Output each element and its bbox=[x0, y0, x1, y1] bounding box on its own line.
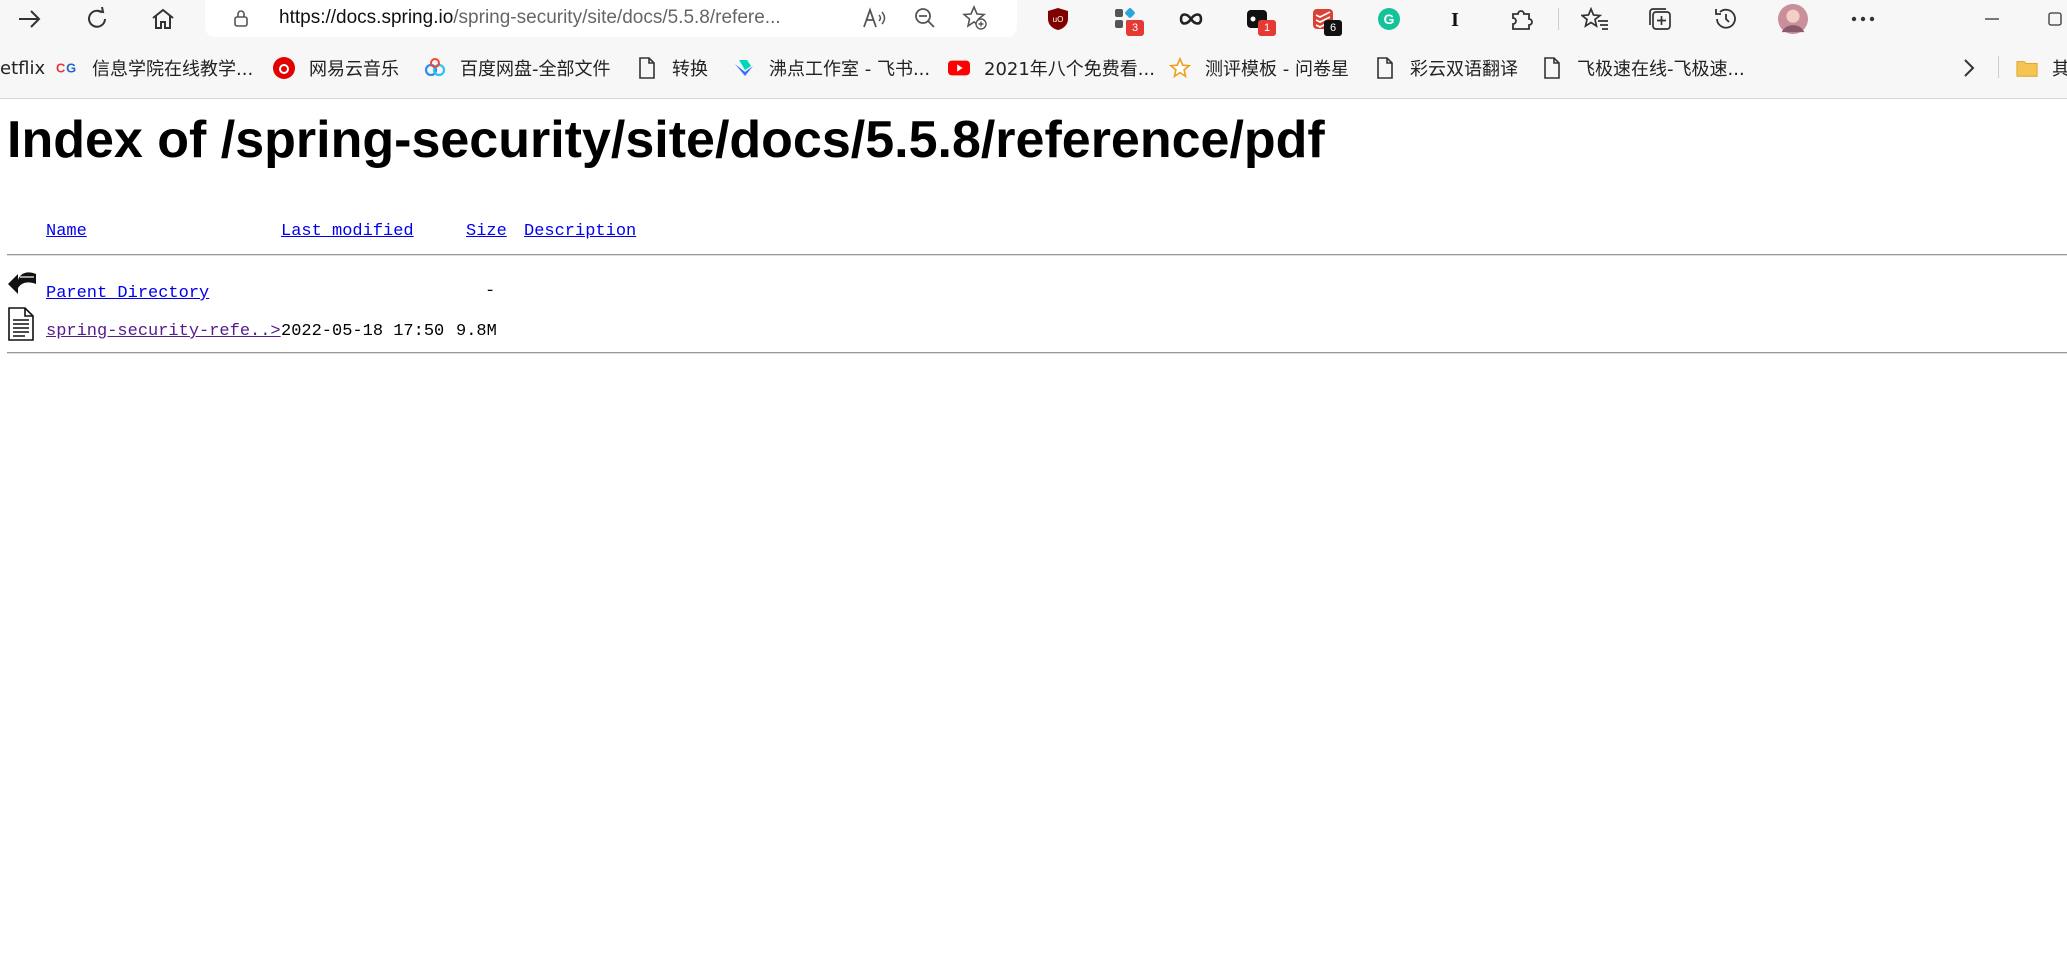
youtube-icon bbox=[948, 57, 970, 79]
read-aloud-icon[interactable] bbox=[860, 3, 890, 33]
star-icon bbox=[1169, 56, 1191, 79]
url-host: https://docs.spring.io bbox=[279, 7, 454, 28]
page-icon bbox=[1541, 57, 1563, 79]
maximize-icon[interactable] bbox=[2040, 4, 2067, 34]
instapaper-icon[interactable]: I bbox=[1440, 4, 1470, 34]
row-last-modified: 2022-05-18 17:50 bbox=[281, 322, 445, 341]
bookmarks-bar: etflix CG 信息学院在线教学... 网易云音乐 百度网盘-全部文件 转换… bbox=[0, 38, 2067, 99]
lock-icon[interactable] bbox=[231, 8, 251, 28]
address-bar[interactable]: https://docs.spring.io/spring-security/s… bbox=[205, 0, 1017, 37]
bookmark-label: 网易云音乐 bbox=[309, 59, 399, 80]
svg-text:G: G bbox=[1384, 11, 1395, 27]
extension-badge: 6 bbox=[1324, 20, 1342, 36]
bookmark-label: 百度网盘-全部文件 bbox=[460, 59, 611, 80]
folder-icon bbox=[2016, 57, 2038, 79]
url-text[interactable]: https://docs.spring.io/spring-security/s… bbox=[279, 7, 849, 31]
zoom-out-icon[interactable] bbox=[910, 3, 940, 33]
back-arrow-icon bbox=[6, 268, 38, 304]
bookmark-label: 信息学院在线教学... bbox=[92, 59, 254, 80]
svg-text:uO: uO bbox=[1053, 15, 1064, 24]
column-header-last-modified[interactable]: Last modified bbox=[281, 222, 414, 244]
document-icon bbox=[7, 306, 35, 348]
mask-icon[interactable]: 1 bbox=[1242, 4, 1276, 36]
column-header-description[interactable]: Description bbox=[524, 222, 636, 244]
bookmark-convert[interactable]: 转换 bbox=[636, 54, 708, 82]
page-icon bbox=[1374, 57, 1396, 79]
profile-avatar[interactable] bbox=[1778, 4, 1808, 34]
row-size: - bbox=[485, 282, 496, 301]
cg-icon: CG bbox=[56, 57, 78, 79]
netease-music-icon bbox=[273, 57, 295, 79]
bookmark-caiyun[interactable]: 彩云双语翻译 bbox=[1374, 54, 1518, 82]
bookmark-netflix[interactable]: etflix bbox=[0, 54, 45, 82]
column-header-name[interactable]: Name bbox=[46, 222, 87, 244]
bookmark-label: 测评模板 - 问卷星 bbox=[1205, 59, 1349, 80]
reload-icon[interactable] bbox=[82, 4, 112, 34]
bookmark-label: 沸点工作室 - 飞书... bbox=[769, 59, 931, 80]
bookmark-label: 彩云双语翻译 bbox=[1410, 59, 1518, 80]
feishu-icon bbox=[733, 57, 755, 79]
collections-icon[interactable] bbox=[1645, 4, 1675, 34]
bookmark-label: 飞极速在线-飞极速... bbox=[1577, 59, 1745, 80]
bookmark-feishu[interactable]: 沸点工作室 - 飞书... bbox=[733, 54, 930, 82]
svg-text:C: C bbox=[56, 61, 65, 76]
favorites-icon[interactable] bbox=[1580, 4, 1610, 34]
bookmark-netease-music[interactable]: 网易云音乐 bbox=[273, 54, 399, 82]
home-icon[interactable] bbox=[148, 4, 178, 34]
row-size: 9.8M bbox=[456, 322, 497, 341]
page-title: Index of /spring-security/site/docs/5.5.… bbox=[7, 111, 1325, 169]
header-divider bbox=[7, 254, 2067, 256]
bookmark-youtube[interactable]: 2021年八个免费看... bbox=[948, 54, 1155, 82]
bookmarks-overflow-chevron-icon[interactable] bbox=[1962, 54, 1976, 82]
more-options-icon[interactable] bbox=[1848, 4, 1878, 34]
add-favorite-icon[interactable] bbox=[960, 3, 990, 33]
bookmark-label: 其 bbox=[2052, 59, 2067, 80]
baidu-pan-icon bbox=[424, 57, 446, 79]
bookmark-label: 转换 bbox=[672, 59, 708, 80]
footer-divider bbox=[7, 352, 2067, 354]
history-icon[interactable] bbox=[1711, 4, 1741, 34]
extension-badge: 3 bbox=[1126, 20, 1144, 36]
bookmark-feijisu[interactable]: 飞极速在线-飞极速... bbox=[1541, 54, 1745, 82]
page-icon bbox=[636, 57, 658, 79]
browser-toolbar: https://docs.spring.io/spring-security/s… bbox=[0, 0, 2067, 38]
bookmark-wenjuanxing[interactable]: 测评模板 - 问卷星 bbox=[1169, 54, 1349, 82]
grammarly-icon[interactable]: G bbox=[1374, 4, 1404, 34]
ublock-icon[interactable]: uO bbox=[1043, 4, 1073, 34]
bookmark-label: 2021年八个免费看... bbox=[984, 59, 1155, 80]
extension-badge: 1 bbox=[1258, 20, 1276, 36]
bookmarks-separator bbox=[1998, 56, 1999, 78]
infinity-icon[interactable] bbox=[1176, 4, 1206, 34]
toolbar-separator bbox=[1558, 8, 1559, 30]
bookmark-other-folder[interactable]: 其 bbox=[2016, 54, 2067, 82]
svg-text:I: I bbox=[1451, 9, 1459, 30]
todoist-icon[interactable]: 6 bbox=[1308, 4, 1342, 36]
bookmark-cg[interactable]: CG 信息学院在线教学... bbox=[56, 54, 253, 82]
bookmark-label: etflix bbox=[0, 57, 46, 79]
url-path: /spring-security/site/docs/5.5.8/refere.… bbox=[453, 7, 781, 28]
file-link[interactable]: spring-security-refe..> bbox=[46, 322, 281, 341]
svg-text:G: G bbox=[66, 61, 76, 76]
extensions-puzzle-icon[interactable] bbox=[1506, 4, 1536, 34]
parent-directory-link[interactable]: Parent Directory bbox=[46, 284, 209, 303]
column-header-size[interactable]: Size bbox=[466, 222, 507, 244]
bookmark-baidu-pan[interactable]: 百度网盘-全部文件 bbox=[424, 54, 611, 82]
extension-grid-icon[interactable]: 3 bbox=[1110, 4, 1144, 36]
minimize-icon[interactable] bbox=[1977, 4, 2007, 34]
forward-arrow-icon[interactable] bbox=[15, 4, 45, 34]
